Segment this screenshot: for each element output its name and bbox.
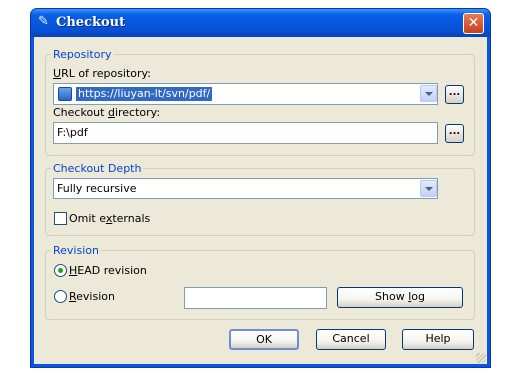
browse-directory-button[interactable]: ... xyxy=(445,124,464,143)
repository-group-label: Repository xyxy=(51,48,114,61)
tortoise-icon: ✎ xyxy=(38,14,49,29)
url-dropdown-arrow[interactable] xyxy=(420,85,437,102)
depth-dropdown-arrow[interactable] xyxy=(420,180,437,197)
show-log-button[interactable]: Show log xyxy=(337,287,463,308)
depth-selected-value: Fully recursive xyxy=(57,182,137,195)
window-title: Checkout xyxy=(56,15,126,30)
depth-group-label: Checkout Depth xyxy=(51,162,144,175)
head-revision-label: HEAD revision xyxy=(69,264,147,277)
cancel-button[interactable]: Cancel xyxy=(316,329,386,350)
close-icon: ✕ xyxy=(467,15,480,31)
ok-button[interactable]: OK xyxy=(229,329,299,350)
directory-input[interactable] xyxy=(53,122,438,144)
browse-url-button[interactable]: ... xyxy=(445,85,464,104)
directory-value: F:\pdf xyxy=(57,126,88,139)
revision-input[interactable] xyxy=(184,287,327,309)
omit-externals-checkbox[interactable] xyxy=(54,212,67,225)
resize-grip[interactable] xyxy=(476,353,486,363)
close-button[interactable]: ✕ xyxy=(463,13,484,34)
revision-radio[interactable] xyxy=(54,290,67,303)
revision-group xyxy=(45,250,475,320)
revision-label: Revision xyxy=(69,290,115,303)
directory-label: Checkout directory: xyxy=(53,106,161,119)
omit-externals-label: Omit externals xyxy=(69,212,151,225)
help-button[interactable]: Help xyxy=(402,329,474,350)
url-value[interactable]: https://liuyan-lt/svn/pdf/ xyxy=(76,87,213,101)
url-label: URL of repository: xyxy=(53,67,151,80)
radio-selected-dot xyxy=(58,268,63,273)
url-icon xyxy=(58,87,72,101)
revision-group-label: Revision xyxy=(51,244,101,257)
head-revision-radio[interactable] xyxy=(54,264,67,277)
